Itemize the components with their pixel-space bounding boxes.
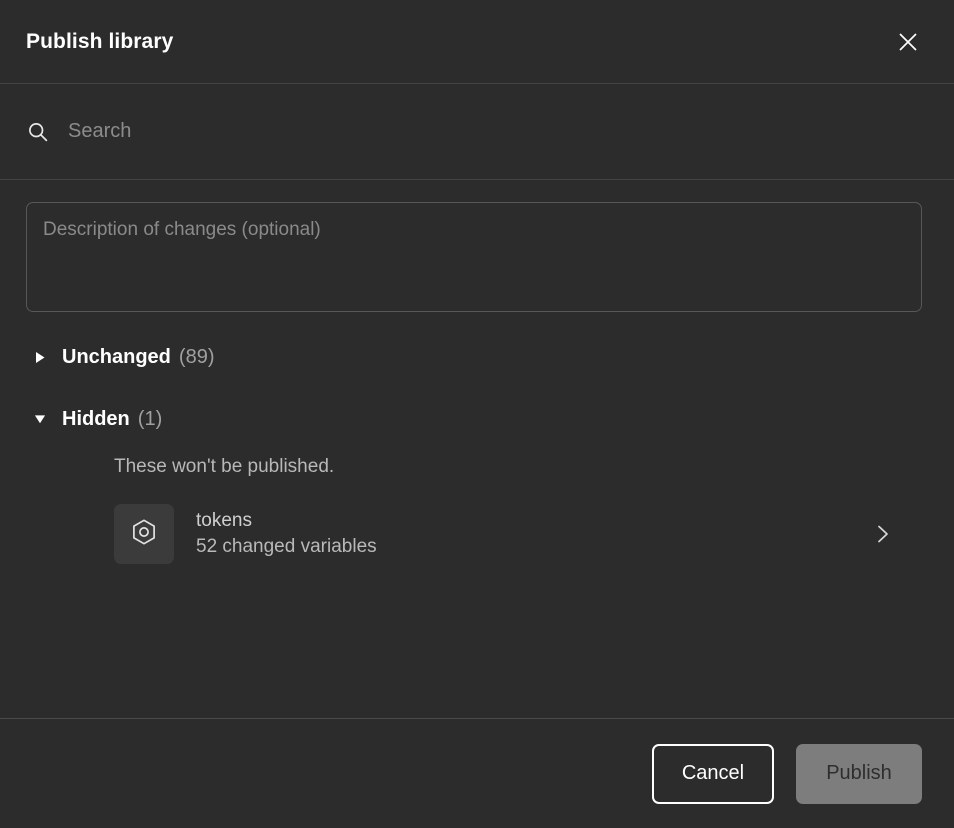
section-count-hidden: (1) xyxy=(137,407,163,430)
publish-button[interactable]: Publish xyxy=(796,743,922,804)
dialog-header: Publish library xyxy=(0,0,954,84)
section-unchanged: Unchanged (89) xyxy=(26,340,928,374)
dialog-body: Unchanged (89) Hidden (1) These won't be… xyxy=(0,180,954,718)
dialog-footer: Cancel Publish xyxy=(0,718,954,828)
search-input[interactable] xyxy=(68,120,928,143)
close-button[interactable] xyxy=(888,22,928,62)
variables-hexagon-icon xyxy=(129,517,159,552)
item-title: tokens xyxy=(196,510,252,531)
item-subtitle: 52 changed variables xyxy=(196,536,377,557)
section-header-unchanged[interactable]: Unchanged (89) xyxy=(26,340,928,374)
description-textarea[interactable] xyxy=(26,202,922,312)
caret-right-icon xyxy=(34,350,46,364)
section-title-hidden: Hidden xyxy=(62,407,130,430)
list-item[interactable]: tokens 52 changed variables xyxy=(114,498,928,570)
page-title: Publish library xyxy=(26,29,174,53)
publish-library-dialog: Publish library Unc xyxy=(0,0,954,828)
item-text: tokens 52 changed variables xyxy=(196,510,870,558)
search-bar xyxy=(0,84,954,180)
cancel-button[interactable]: Cancel xyxy=(652,743,774,804)
section-hidden: Hidden (1) These won't be published. tok… xyxy=(26,402,928,570)
item-thumbnail xyxy=(114,504,174,564)
section-count-unchanged: (89) xyxy=(178,345,215,368)
section-title-unchanged: Unchanged xyxy=(62,345,171,368)
section-header-hidden[interactable]: Hidden (1) xyxy=(26,402,928,436)
chevron-right-icon[interactable] xyxy=(870,522,894,546)
section-note-hidden: These won't be published. xyxy=(114,456,335,477)
search-icon xyxy=(26,120,50,144)
close-icon xyxy=(895,29,921,55)
caret-down-icon xyxy=(34,412,46,426)
